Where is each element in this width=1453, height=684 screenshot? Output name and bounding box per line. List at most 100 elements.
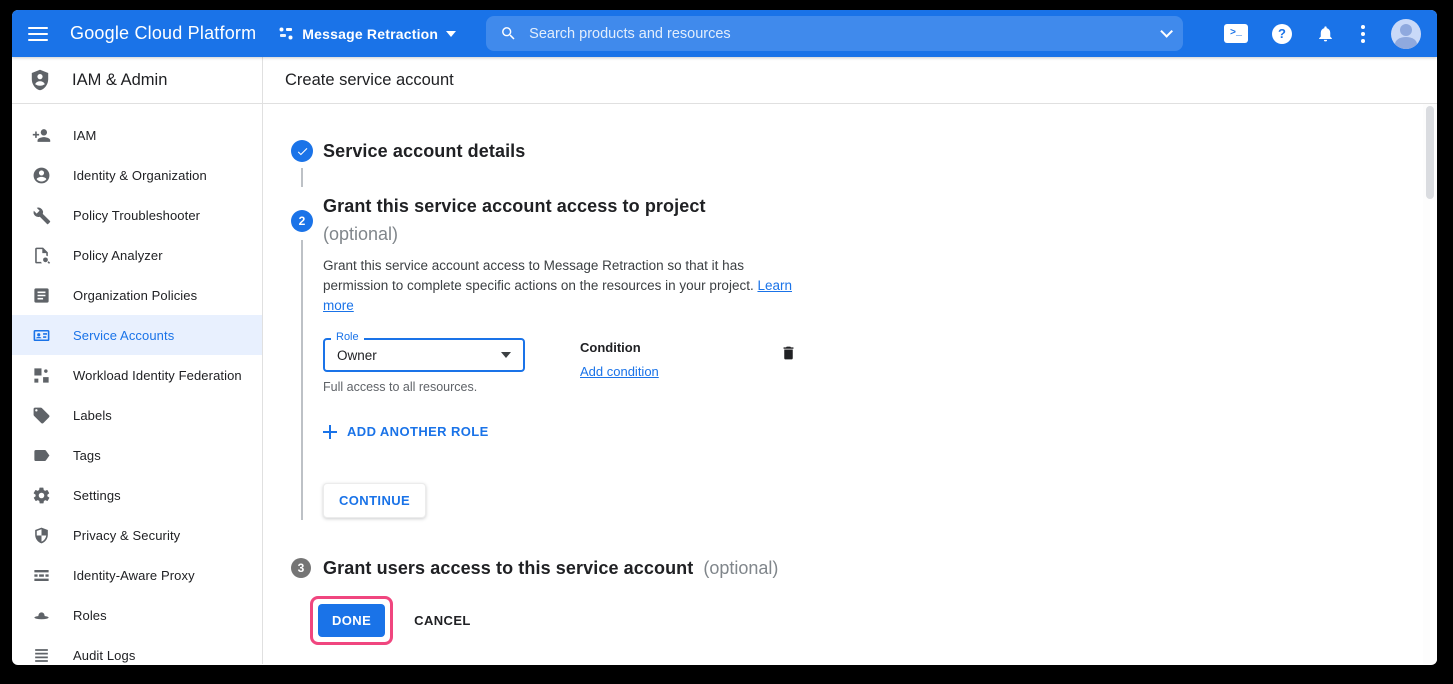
sidebar-item-policy-troubleshooter[interactable]: Policy Troubleshooter	[12, 195, 262, 235]
trash-icon	[780, 344, 797, 362]
project-picker[interactable]: Message Retraction	[278, 26, 456, 42]
condition-label: Condition	[580, 340, 740, 355]
sidebar-item-policy-analyzer[interactable]: Policy Analyzer	[12, 235, 262, 275]
browser-window: Google Cloud Platform Message Retraction…	[12, 10, 1437, 665]
sidebar-item-label: Identity-Aware Proxy	[73, 568, 195, 583]
document-lines-icon	[32, 286, 51, 305]
role-field-label: Role	[331, 331, 364, 343]
sidebar-item-label: Audit Logs	[73, 648, 135, 663]
hat-icon	[32, 606, 51, 625]
account-avatar[interactable]	[1391, 19, 1421, 49]
sidebar-item-organization-policies[interactable]: Organization Policies	[12, 275, 262, 315]
sidebar-item-label: Identity & Organization	[73, 168, 207, 183]
sidebar-item-identity-organization[interactable]: Identity & Organization	[12, 155, 262, 195]
sidebar-item-label: Organization Policies	[73, 288, 197, 303]
proxy-icon	[32, 566, 51, 585]
search-input[interactable]	[529, 26, 1160, 42]
done-button[interactable]: DONE	[318, 604, 385, 637]
role-select-value: Owner	[337, 348, 377, 363]
sidebar-item-audit-logs[interactable]: Audit Logs	[12, 635, 262, 664]
step-2-optional-label: (optional)	[323, 220, 706, 248]
iam-admin-shield-icon	[28, 68, 52, 92]
cloud-shell-icon[interactable]: >_	[1224, 24, 1248, 43]
stepper-connector	[301, 240, 303, 520]
help-icon[interactable]: ?	[1272, 24, 1292, 44]
step-3-optional-label: (optional)	[703, 554, 778, 582]
sidebar-item-label: Workload Identity Federation	[73, 368, 242, 383]
sidebar-item-privacy-security[interactable]: Privacy & Security	[12, 515, 262, 555]
step-2-description: Grant this service account access to Mes…	[323, 256, 805, 316]
scrollbar-thumb[interactable]	[1426, 106, 1434, 199]
condition-group: Condition Add condition	[580, 338, 740, 381]
search-expand-chevron-icon[interactable]	[1160, 25, 1173, 38]
role-help-text: Full access to all resources.	[323, 380, 525, 394]
sidebar-item-label: Roles	[73, 608, 107, 623]
search-icon	[500, 25, 517, 42]
sidebar-item-iam[interactable]: IAM	[12, 115, 262, 155]
cancel-button[interactable]: CANCEL	[414, 613, 471, 628]
policy-analyzer-icon	[32, 246, 51, 265]
role-select[interactable]: Owner	[323, 338, 525, 372]
product-title: IAM & Admin	[72, 71, 167, 90]
add-condition-link[interactable]: Add condition	[580, 364, 659, 379]
project-icon	[278, 26, 294, 42]
role-condition-row: Role Owner Full access to all resources.…	[323, 338, 1437, 394]
sidebar-item-service-accounts[interactable]: Service Accounts	[12, 315, 262, 355]
search-bar[interactable]	[486, 16, 1183, 51]
sidebar-item-label: Privacy & Security	[73, 528, 180, 543]
sidebar-item-workload-identity-federation[interactable]: Workload Identity Federation	[12, 355, 262, 395]
project-name: Message Retraction	[302, 26, 438, 42]
top-app-bar: Google Cloud Platform Message Retraction…	[12, 10, 1437, 57]
notifications-bell-icon[interactable]	[1316, 24, 1335, 43]
step-3-grant-users: 3 Grant users access to this service acc…	[291, 554, 1437, 582]
topbar-actions: >_ ?	[1224, 19, 1421, 49]
person-add-icon	[32, 126, 51, 145]
shield-icon	[32, 526, 51, 545]
service-account-badge-icon	[32, 326, 51, 345]
page-title: Create service account	[285, 71, 454, 90]
scrollbar-track[interactable]	[1423, 104, 1437, 664]
step-2-title: Grant this service account access to pro…	[323, 192, 706, 220]
list-lines-icon	[32, 646, 51, 665]
sidebar-item-label: Policy Analyzer	[73, 248, 163, 263]
label-tag-icon	[32, 406, 51, 425]
role-field-group: Role Owner Full access to all resources.	[323, 338, 525, 394]
stepper-connector	[301, 168, 303, 187]
sidebar-item-label: Settings	[73, 488, 121, 503]
tag-arrow-icon	[32, 446, 51, 465]
add-another-role-button[interactable]: ADD ANOTHER ROLE	[323, 424, 489, 439]
more-options-icon[interactable]	[1359, 23, 1367, 45]
sidebar-item-label: Policy Troubleshooter	[73, 208, 200, 223]
plus-icon	[323, 425, 337, 439]
sidebar-item-label: IAM	[73, 128, 96, 143]
wrench-icon	[32, 206, 51, 225]
delete-role-button[interactable]	[778, 342, 799, 364]
account-circle-icon	[32, 166, 51, 185]
workload-squares-icon	[32, 366, 51, 385]
secondary-header: IAM & Admin Create service account	[12, 57, 1437, 104]
step-3-title: Grant users access to this service accou…	[323, 558, 693, 579]
step-1-check-icon	[291, 140, 313, 162]
done-button-highlight: DONE	[310, 596, 393, 645]
sidebar-item-roles[interactable]: Roles	[12, 595, 262, 635]
step-3-number: 3	[291, 558, 311, 578]
sidebar-item-settings[interactable]: Settings	[12, 475, 262, 515]
step-2-number: 2	[291, 210, 313, 232]
sidebar-item-label: Service Accounts	[73, 328, 174, 343]
sidebar-item-label: Tags	[73, 448, 101, 463]
sidebar-item-identity-aware-proxy[interactable]: Identity-Aware Proxy	[12, 555, 262, 595]
chevron-down-icon	[446, 31, 456, 37]
step-2-grant-access: 2 Grant this service account access to p…	[291, 192, 1437, 248]
sidebar-nav: IAM Identity & Organization Policy Troub…	[12, 104, 263, 664]
step-1-service-account-details: Service account details	[291, 140, 1437, 162]
gcp-logo[interactable]: Google Cloud Platform	[70, 23, 256, 44]
continue-button[interactable]: CONTINUE	[323, 483, 426, 518]
gear-icon	[32, 486, 51, 505]
hamburger-menu-icon[interactable]	[28, 22, 52, 46]
sidebar-item-tags[interactable]: Tags	[12, 435, 262, 475]
product-header: IAM & Admin	[12, 57, 263, 103]
dropdown-caret-icon	[501, 352, 511, 358]
step-1-title: Service account details	[323, 141, 525, 162]
sidebar-item-labels[interactable]: Labels	[12, 395, 262, 435]
form-actions: DONE CANCEL	[291, 596, 1437, 645]
